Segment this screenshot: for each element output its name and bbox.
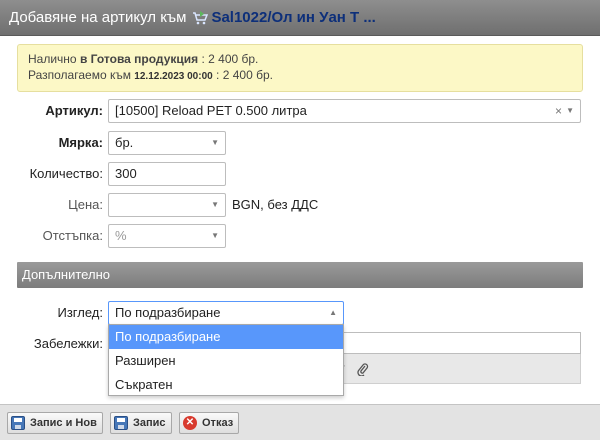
price-row: Цена: ▼ BGN, без ДДС xyxy=(0,193,600,217)
disposable-line: Разполагаемо към 12.12.2023 00:00 : 2 40… xyxy=(28,67,572,85)
cancel-icon: ✕ xyxy=(183,416,197,430)
discount-input[interactable]: % ▼ xyxy=(108,224,226,248)
unit-value: бр. xyxy=(115,135,134,150)
disposable-prefix: Разполагаемо към xyxy=(28,68,131,82)
chevron-down-icon: ▼ xyxy=(566,106,574,115)
notes-label: Забележки: xyxy=(33,336,103,351)
price-label: Цена: xyxy=(68,197,103,212)
unit-select[interactable]: бр. ▼ xyxy=(108,131,226,155)
save-label: Запис xyxy=(133,417,166,429)
article-row: Артикул: [10500] Reload PET 0.500 литра … xyxy=(0,99,600,123)
view-row: Изглед: По подразбиране ▲ xyxy=(0,301,600,325)
view-option-short[interactable]: Съкратен xyxy=(109,373,343,397)
chevron-up-icon: ▲ xyxy=(329,308,337,317)
save-and-new-button[interactable]: Запис и Нов xyxy=(7,412,103,434)
price-currency: BGN, без ДДС xyxy=(232,197,319,212)
availability-info: Налично в Готова продукция : 2 400 бр. Р… xyxy=(17,44,583,92)
save-icon xyxy=(11,416,25,430)
cancel-button[interactable]: ✕ Отказ xyxy=(179,412,240,434)
view-dropdown: По подразбиране Разширен Съкратен xyxy=(108,324,344,396)
save-button[interactable]: Запис xyxy=(110,412,172,434)
save-and-new-label: Запис и Нов xyxy=(30,417,97,429)
view-option-extended[interactable]: Разширен xyxy=(109,349,343,373)
document-link[interactable]: Sal1022/Ол ин Уан Т ... xyxy=(211,9,375,26)
view-label: Изглед: xyxy=(57,305,104,320)
article-select[interactable]: [10500] Reload PET 0.500 литра × ▼ xyxy=(108,99,581,123)
view-select[interactable]: По подразбиране ▲ xyxy=(108,301,344,325)
view-option-default[interactable]: По подразбиране xyxy=(109,325,343,349)
disposable-value: : 2 400 бр. xyxy=(216,68,273,82)
additional-section-header[interactable]: Допълнително xyxy=(17,262,583,288)
available-prefix: Налично xyxy=(28,52,77,66)
dialog-content: Налично в Готова продукция : 2 400 бр. Р… xyxy=(0,36,600,404)
dialog-title: Добавяне на артикул към xyxy=(9,9,187,26)
discount-row: Отстъпка: % ▼ xyxy=(0,224,600,248)
unit-label: Мярка: xyxy=(58,135,103,150)
price-input[interactable]: ▼ xyxy=(108,193,226,217)
cancel-label: Отказ xyxy=(202,417,234,429)
clear-icon[interactable]: × xyxy=(555,100,562,122)
dialog-titlebar: Добавяне на артикул към Sal1022/Ол ин Уа… xyxy=(0,0,600,36)
article-value: [10500] Reload PET 0.500 литра xyxy=(115,103,307,118)
cart-arrow-icon xyxy=(192,10,209,25)
quantity-row: Количество: 300 xyxy=(0,162,600,186)
chevron-down-icon: ▼ xyxy=(211,231,219,240)
warehouse-name: в Готова продукция xyxy=(79,52,199,66)
discount-placeholder: % xyxy=(115,228,127,243)
chevron-down-icon: ▼ xyxy=(211,138,219,147)
discount-label: Отстъпка: xyxy=(42,228,103,243)
article-label: Артикул: xyxy=(45,103,103,118)
save-icon xyxy=(114,416,128,430)
dialog-footer: Запис и Нов Запис ✕ Отказ xyxy=(0,404,600,440)
unit-row: Мярка: бр. ▼ xyxy=(0,131,600,155)
view-value: По подразбиране xyxy=(115,305,221,320)
disposable-date: 12.12.2023 00:00 xyxy=(134,71,213,82)
quantity-value: 300 xyxy=(115,166,137,181)
chevron-down-icon: ▼ xyxy=(211,200,219,209)
quantity-input[interactable]: 300 xyxy=(108,162,226,186)
available-line: Налично в Готова продукция : 2 400 бр. xyxy=(28,51,572,67)
attachment-icon[interactable] xyxy=(357,363,369,379)
quantity-label: Количество: xyxy=(29,166,103,181)
available-value: : 2 400 бр. xyxy=(201,52,259,66)
